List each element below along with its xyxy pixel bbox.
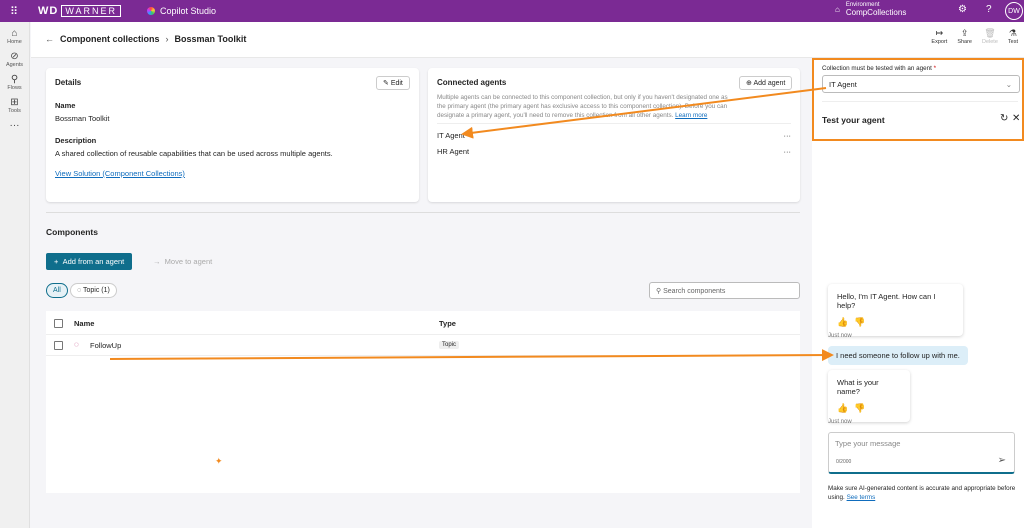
annotation-arrow — [109, 349, 834, 362]
annotation-arrows: ✦ — [109, 87, 834, 466]
annotation-arrow — [461, 87, 827, 139]
cursor-marker-icon: ✦ — [215, 456, 223, 466]
